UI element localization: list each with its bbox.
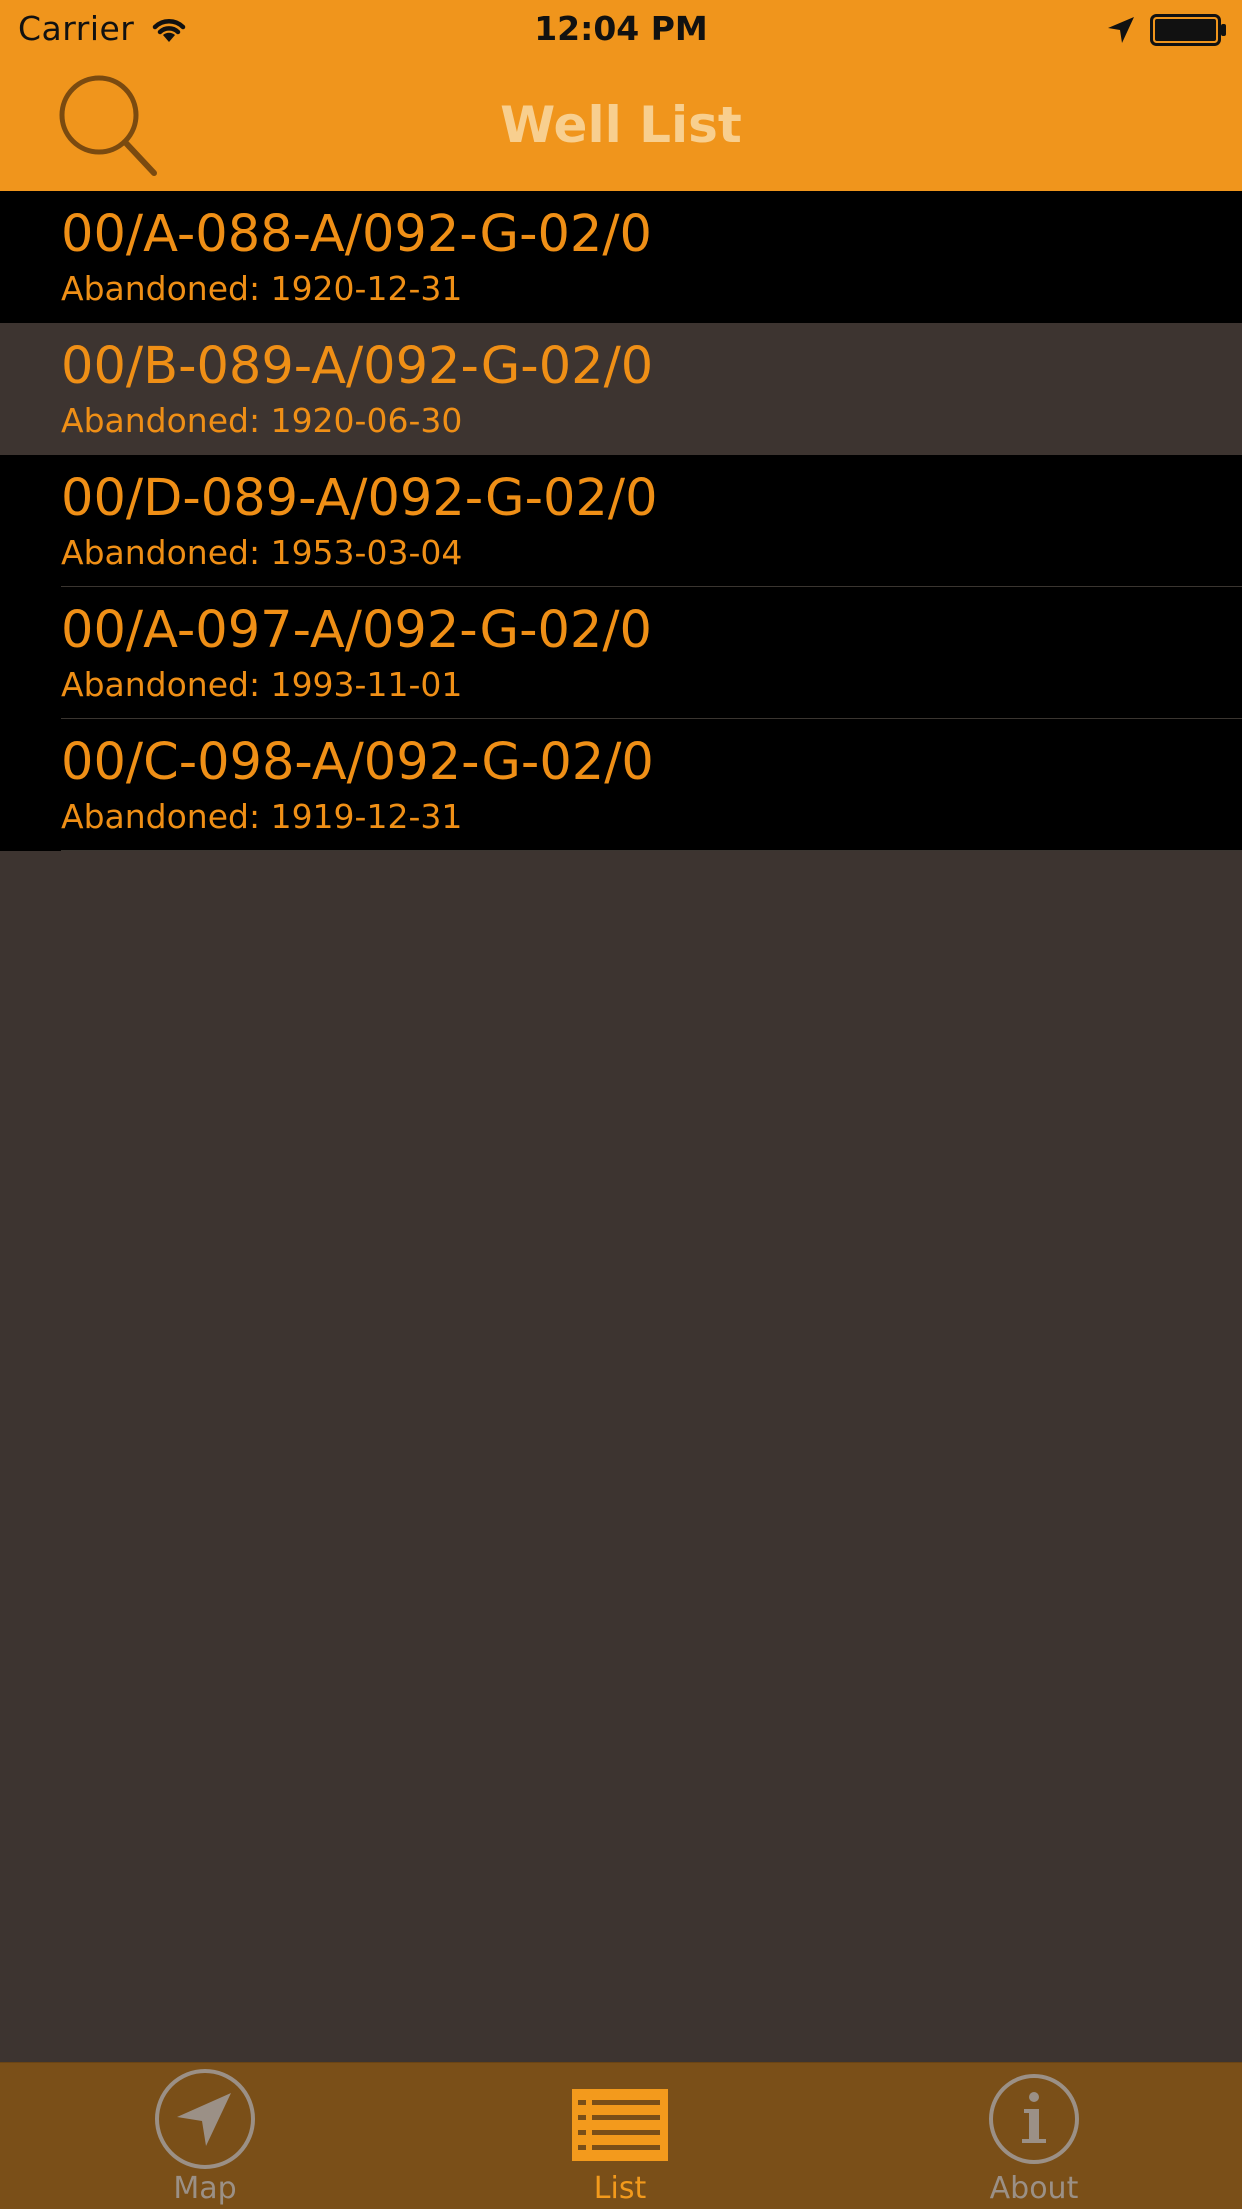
well-status: Abandoned: 1993-11-01 xyxy=(61,665,463,704)
navigation-bar: Well List xyxy=(0,60,1242,191)
tab-label: About xyxy=(989,2171,1079,2206)
well-name: 00/D-089-A/092-G-02/0 xyxy=(61,469,658,528)
tab-map[interactable]: Map xyxy=(55,2063,355,2209)
list-icon xyxy=(572,2089,668,2161)
well-name: 00/C-098-A/092-G-02/0 xyxy=(61,733,654,792)
tab-bar: Map List About xyxy=(0,2062,1242,2209)
well-name: 00/B-089-A/092-G-02/0 xyxy=(61,337,654,396)
tab-label: List xyxy=(593,2171,647,2206)
list-item[interactable]: 00/D-089-A/092-G-02/0 Abandoned: 1953-03… xyxy=(0,455,1242,587)
well-name: 00/A-088-A/092-G-02/0 xyxy=(61,205,653,264)
list-item[interactable]: 00/B-089-A/092-G-02/0 Abandoned: 1920-06… xyxy=(0,323,1242,455)
tab-about[interactable]: About xyxy=(884,2063,1184,2209)
row-separator xyxy=(61,850,1242,851)
tab-list[interactable]: List xyxy=(470,2063,770,2209)
location-arrow-icon xyxy=(1108,17,1134,43)
tab-label: Map xyxy=(173,2171,237,2206)
well-status: Abandoned: 1953-03-04 xyxy=(61,533,463,572)
navigation-arrow-icon xyxy=(155,2069,255,2169)
well-list: 00/A-088-A/092-G-02/0 Abandoned: 1920-12… xyxy=(0,191,1242,851)
list-item[interactable]: 00/A-088-A/092-G-02/0 Abandoned: 1920-12… xyxy=(0,191,1242,323)
well-status: Abandoned: 1919-12-31 xyxy=(61,797,463,836)
status-bar: Carrier 12:04 PM xyxy=(0,0,1242,60)
page-title: Well List xyxy=(500,96,742,154)
info-icon xyxy=(989,2074,1079,2164)
battery-icon xyxy=(1150,14,1226,46)
list-item[interactable]: 00/C-098-A/092-G-02/0 Abandoned: 1919-12… xyxy=(0,719,1242,851)
well-status: Abandoned: 1920-06-30 xyxy=(61,401,463,440)
well-status: Abandoned: 1920-12-31 xyxy=(61,269,463,308)
well-name: 00/A-097-A/092-G-02/0 xyxy=(61,601,653,660)
status-time: 12:04 PM xyxy=(534,9,708,48)
list-item[interactable]: 00/A-097-A/092-G-02/0 Abandoned: 1993-11… xyxy=(0,587,1242,719)
